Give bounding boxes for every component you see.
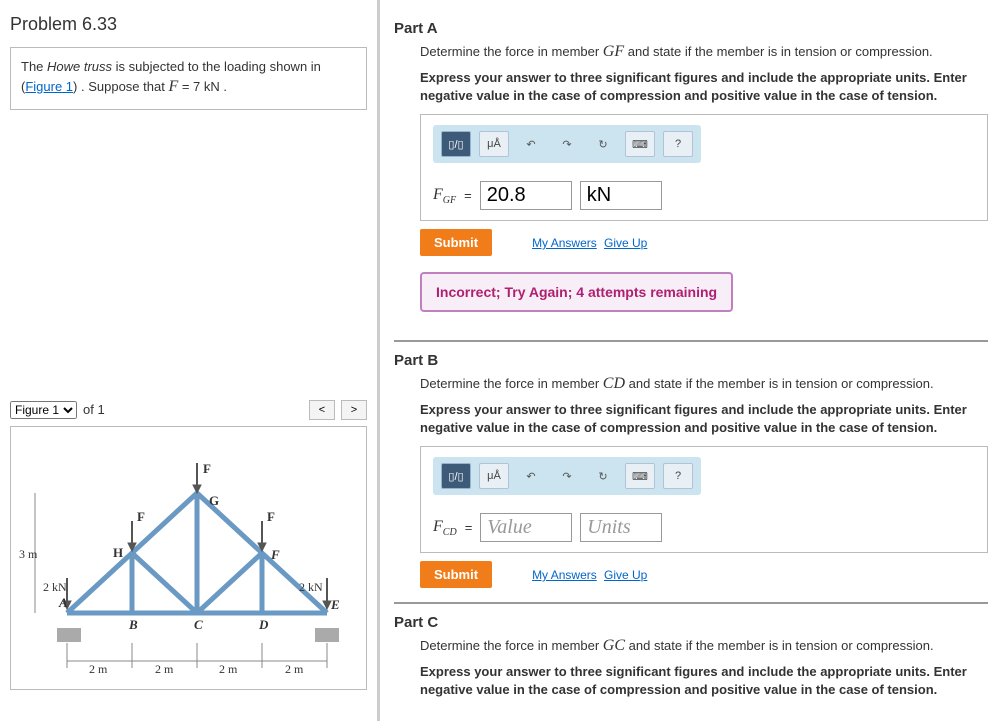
part-b-title: Part B: [394, 340, 988, 369]
figure-nav: Figure 1 of 1 < >: [10, 400, 367, 420]
text: ) . Suppose that: [73, 79, 168, 94]
value-input[interactable]: [480, 181, 572, 210]
part-c-instr: Express your answer to three significant…: [420, 663, 988, 698]
part-b-answerbox: ▯/▯ μÅ ↶ ↷ ↻ ⌨ ? FCD = Value Units: [420, 446, 988, 553]
svg-text:G: G: [209, 493, 219, 508]
svg-text:H: H: [113, 545, 123, 560]
part-b-prompt: Determine the force in member CD and sta…: [420, 375, 988, 393]
redo-icon[interactable]: ↷: [553, 464, 581, 488]
give-up-link[interactable]: Give Up: [604, 236, 647, 250]
figure-link[interactable]: Figure 1: [25, 79, 73, 94]
text-italic: Howe truss: [47, 59, 112, 74]
svg-text:D: D: [258, 617, 269, 632]
figure-prev[interactable]: <: [309, 400, 335, 420]
keyboard-icon[interactable]: ⌨: [625, 463, 655, 489]
keyboard-icon[interactable]: ⌨: [625, 131, 655, 157]
value-input[interactable]: Value: [480, 513, 572, 542]
figure-select[interactable]: Figure 1: [10, 401, 77, 419]
text: = 7 kN .: [178, 79, 227, 94]
equals: =: [464, 188, 472, 203]
my-answers-link[interactable]: My Answers: [532, 236, 597, 250]
part-b-instr: Express your answer to three significant…: [420, 401, 988, 436]
svg-text:F: F: [270, 547, 280, 562]
submit-button[interactable]: Submit: [420, 229, 492, 256]
svg-text:2 m: 2 m: [219, 662, 238, 676]
toolbar: ▯/▯ μÅ ↶ ↷ ↻ ⌨ ?: [433, 457, 701, 495]
units-icon[interactable]: μÅ: [479, 131, 509, 157]
redo-icon[interactable]: ↷: [553, 132, 581, 156]
svg-text:2 m: 2 m: [155, 662, 174, 676]
text: The: [21, 59, 47, 74]
units-icon[interactable]: μÅ: [479, 463, 509, 489]
svg-text:2 m: 2 m: [89, 662, 108, 676]
svg-text:A: A: [58, 595, 68, 610]
figure-count: of 1: [83, 402, 105, 417]
svg-text:C: C: [194, 617, 203, 632]
part-a-prompt: Determine the force in member GF and sta…: [420, 43, 988, 61]
my-answers-link[interactable]: My Answers: [532, 568, 597, 582]
part-a-answerbox: ▯/▯ μÅ ↶ ↷ ↻ ⌨ ? FGF =: [420, 114, 988, 221]
svg-text:B: B: [128, 617, 138, 632]
svg-text:2 kN: 2 kN: [43, 580, 67, 594]
equals: =: [465, 520, 473, 535]
part-a-title: Part A: [394, 10, 988, 37]
right-panel: Part A Determine the force in member GF …: [380, 0, 1002, 721]
template-icon[interactable]: ▯/▯: [441, 463, 471, 489]
unit-input[interactable]: Units: [580, 513, 662, 542]
help-icon[interactable]: ?: [663, 131, 693, 157]
help-icon[interactable]: ?: [663, 463, 693, 489]
feedback-msg: Incorrect; Try Again; 4 attempts remaini…: [420, 272, 733, 312]
give-up-link[interactable]: Give Up: [604, 568, 647, 582]
submit-button[interactable]: Submit: [420, 561, 492, 588]
svg-text:2 m: 2 m: [285, 662, 304, 676]
unit-input[interactable]: [580, 181, 662, 210]
undo-icon[interactable]: ↶: [517, 464, 545, 488]
left-panel: Problem 6.33 The Howe truss is subjected…: [0, 0, 380, 721]
part-a-instr: Express your answer to three significant…: [420, 69, 988, 104]
figure-next[interactable]: >: [341, 400, 367, 420]
template-icon[interactable]: ▯/▯: [441, 131, 471, 157]
svg-text:F: F: [137, 509, 145, 524]
reset-icon[interactable]: ↻: [589, 132, 617, 156]
svg-text:E: E: [330, 597, 340, 612]
svg-text:F: F: [267, 509, 275, 524]
part-c-title: Part C: [394, 602, 988, 631]
reset-icon[interactable]: ↻: [589, 464, 617, 488]
undo-icon[interactable]: ↶: [517, 132, 545, 156]
svg-text:F: F: [203, 461, 211, 476]
problem-statement: The Howe truss is subjected to the loadi…: [10, 47, 367, 110]
svg-text:3 m: 3 m: [19, 547, 38, 561]
part-c-prompt: Determine the force in member GC and sta…: [420, 637, 988, 655]
svg-text:2 kN: 2 kN: [299, 580, 323, 594]
variable: F: [168, 78, 178, 95]
figure-image: F G F F H F A B C D E 3 m 2 kN 2 kN 2 m: [10, 426, 367, 690]
problem-title: Problem 6.33: [10, 14, 367, 35]
toolbar: ▯/▯ μÅ ↶ ↷ ↻ ⌨ ?: [433, 125, 701, 163]
